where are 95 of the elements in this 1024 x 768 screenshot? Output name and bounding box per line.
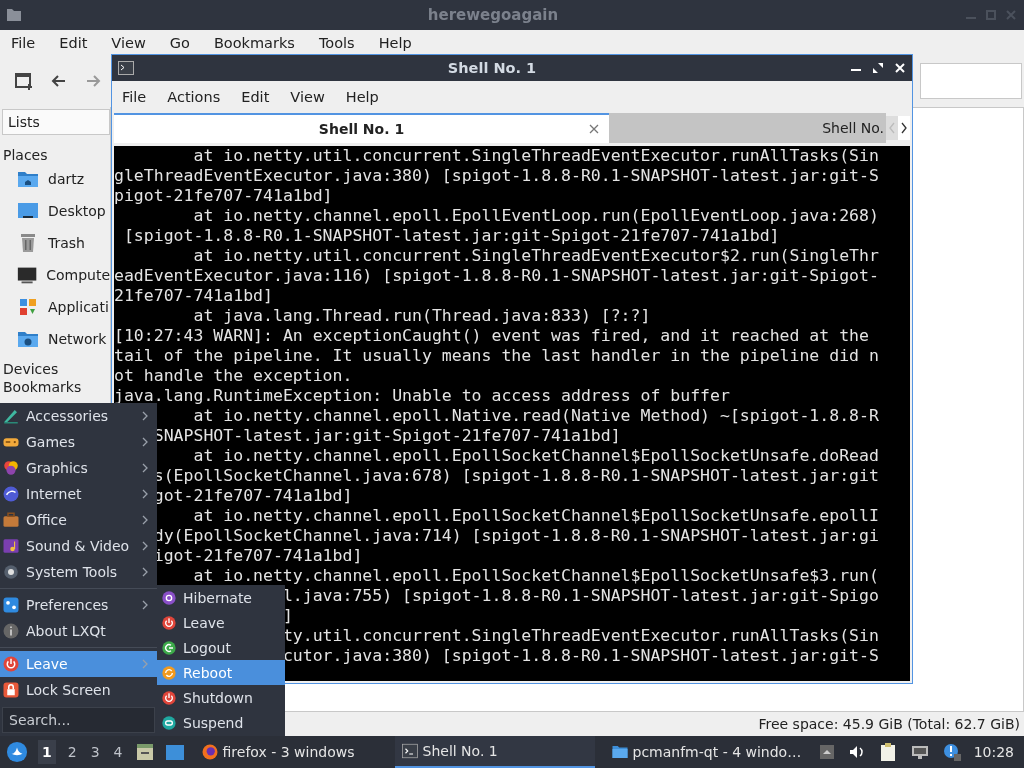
terminal-line: at io.netty.channel.epoll.Native.read(Native Method) ~[spigot-1.8.8-R bbox=[193, 408, 879, 424]
menu-item[interactable]: Edit bbox=[233, 89, 278, 105]
section-label: Devices bbox=[2, 360, 60, 377]
start-menu-icon[interactable] bbox=[6, 741, 28, 763]
menu-item[interactable]: Tools bbox=[309, 34, 364, 51]
info-icon bbox=[2, 622, 20, 640]
section-label: Bookmarks bbox=[2, 378, 83, 395]
folder-icon[interactable] bbox=[164, 742, 185, 762]
window-title: Shell No. 1 bbox=[446, 60, 538, 76]
taskbar-button[interactable]: pcmanfm-qt - 4 windo… bbox=[604, 736, 808, 768]
terminal-line: at io.netty.util.concurrent.SingleThreadEventExecutor.runAllTasks(Sin bbox=[193, 148, 879, 164]
scroll-right-icon[interactable] bbox=[898, 116, 910, 140]
section-label: Places bbox=[2, 146, 49, 163]
media-icon bbox=[2, 537, 20, 555]
place-item[interactable]: dartz bbox=[48, 171, 85, 187]
menu-item[interactable]: Edit bbox=[50, 34, 97, 51]
briefcase-icon bbox=[2, 511, 20, 529]
menu-item[interactable]: Suspend bbox=[157, 710, 285, 735]
menu-item[interactable]: Go bbox=[160, 34, 199, 51]
terminal-line: 21fe707-741a1bd] bbox=[114, 288, 273, 304]
clock[interactable]: 10:28 bbox=[973, 744, 1014, 760]
menu-item[interactable]: Shutdown bbox=[157, 685, 285, 710]
terminal-line: ot handle the exception. bbox=[114, 368, 353, 384]
terminal-line: [10:27:43 WARN]: An exceptionCaught() event was fired, and it reached at the bbox=[114, 328, 869, 344]
taskbar-button[interactable]: firefox - 3 windows bbox=[194, 736, 385, 768]
folder-icon bbox=[610, 743, 629, 761]
browser-icon bbox=[200, 743, 219, 761]
pencil-icon bbox=[2, 407, 20, 425]
power-icon bbox=[2, 655, 20, 673]
terminal-line: ] bbox=[282, 608, 293, 624]
menu-item[interactable]: Logout bbox=[157, 635, 285, 660]
menu-item[interactable]: File bbox=[2, 34, 45, 51]
suspend-icon bbox=[161, 714, 177, 731]
restore-icon[interactable] bbox=[872, 62, 884, 74]
taskbar-button[interactable]: Shell No. 1 bbox=[394, 736, 595, 768]
terminal-icon bbox=[118, 60, 134, 76]
menu-item[interactable]: Preferences bbox=[0, 592, 157, 618]
place-item[interactable]: Applicati bbox=[48, 299, 109, 315]
menu-item[interactable]: Actions bbox=[159, 89, 229, 105]
terminal-line: at io.netty.channel.epoll.EpollSocketChannel$EpollSocketUnsafe.doRead bbox=[193, 448, 879, 464]
ring-icon bbox=[161, 589, 177, 606]
menu-item[interactable]: Lock Screen bbox=[0, 677, 157, 703]
menu-item[interactable]: Help bbox=[337, 89, 387, 105]
terminal-line: eadEventExecutor.java:116) [spigot-1.8.8-R0.1-SNAPSHOT-latest.jar:git-Spigot- bbox=[114, 268, 879, 284]
folder-icon bbox=[6, 7, 22, 23]
terminal-line: at java.lang.Thread.run(Thread.java:833) [?:?] bbox=[193, 308, 651, 324]
desktop-switch[interactable]: 1 bbox=[38, 740, 56, 764]
terminal-line: tail of the pipeline. It usually means the last handler in the pipeline did n bbox=[114, 348, 879, 364]
show-desktop-icon[interactable] bbox=[134, 742, 155, 762]
search-field[interactable]: Search... bbox=[2, 707, 155, 733]
color-wheel-icon bbox=[2, 459, 20, 477]
menu-item[interactable]: Leave bbox=[157, 610, 285, 635]
gear-icon bbox=[2, 563, 20, 581]
terminal-line: java.lang.RuntimeException: Unable to access address of buffer bbox=[114, 388, 730, 404]
desktop-switch[interactable]: 4 bbox=[111, 744, 125, 760]
terminal-line: cutor.java:380) [spigot-1.8.8-R0.1-SNAPSHOT-latest.jar:git-S bbox=[282, 648, 879, 664]
menu-item[interactable]: Bookmarks bbox=[204, 34, 304, 51]
terminal-line: at io.netty.channel.epoll.EpollEventLoop.run(EpollEventLoop.java:268) bbox=[193, 208, 879, 224]
new-tab-icon[interactable] bbox=[14, 71, 34, 91]
menu-item[interactable]: Hibernate bbox=[157, 585, 285, 610]
menu-item[interactable]: About LXQt bbox=[0, 618, 157, 644]
menu-item[interactable]: File bbox=[114, 89, 155, 105]
terminal-line: pigot-21fe707-741a1bd] bbox=[114, 188, 333, 204]
place-item[interactable]: Desktop bbox=[48, 203, 106, 219]
terminal-icon bbox=[400, 742, 419, 760]
lock-icon bbox=[2, 681, 20, 699]
terminal-line: l.java:755) [spigot-1.8.8-R0.1-SNAPSHOT-latest.jar:git-Spigo bbox=[282, 588, 879, 604]
terminal-line: at io.netty.channel.epoll.EpollSocketChannel$EpollSocketUnsafe$3.run( bbox=[193, 568, 879, 584]
menu-item[interactable]: Help bbox=[369, 34, 421, 51]
tab[interactable]: Shell No. bbox=[609, 113, 886, 143]
terminal-line: ty.util.concurrent.SingleThreadEventExecutor.runAllTasks(Sin bbox=[282, 628, 879, 644]
globe-icon bbox=[2, 485, 20, 503]
place-item[interactable]: Trash bbox=[48, 235, 85, 251]
terminal-line: at io.netty.util.concurrent.SingleThreadEventExecutor$2.run(SingleThr bbox=[193, 248, 879, 264]
tab[interactable]: Shell No. 1 bbox=[114, 113, 609, 143]
menu-item[interactable]: View bbox=[102, 34, 155, 51]
logout-icon bbox=[161, 639, 177, 656]
power-icon bbox=[161, 614, 177, 631]
settings-icon bbox=[2, 596, 20, 614]
desktop-switch[interactable]: 3 bbox=[88, 744, 102, 760]
desktop-switch[interactable]: 2 bbox=[65, 744, 79, 760]
terminal-line: [spigot-1.8.8-R0.1-SNAPSHOT-latest.jar:git-Spigot-21fe707-741a1bd] bbox=[123, 228, 780, 244]
menu-item[interactable]: Accessories bbox=[0, 403, 157, 429]
status-text: Free space: 45.9 GiB (Total: 62.7 GiB) bbox=[758, 716, 1020, 732]
terminal-line: gleThreadEventExecutor.java:380) [spigot-1.8.8-R0.1-SNAPSHOT-latest.jar:git-S bbox=[114, 168, 879, 184]
place-item[interactable]: Network bbox=[48, 331, 107, 347]
notification-icon[interactable] bbox=[941, 742, 962, 762]
power-icon bbox=[161, 689, 177, 706]
path-field[interactable] bbox=[920, 63, 1022, 99]
panel-dropdown[interactable]: Lists bbox=[2, 109, 110, 135]
window-title: herewegoagain bbox=[426, 6, 560, 24]
place-item[interactable]: Compute bbox=[46, 267, 110, 283]
terminal-line: at io.netty.channel.epoll.EpollSocketChannel$EpollSocketUnsafe.epollI bbox=[193, 508, 879, 524]
reboot-icon bbox=[161, 664, 177, 681]
menu-item[interactable]: View bbox=[282, 89, 333, 105]
